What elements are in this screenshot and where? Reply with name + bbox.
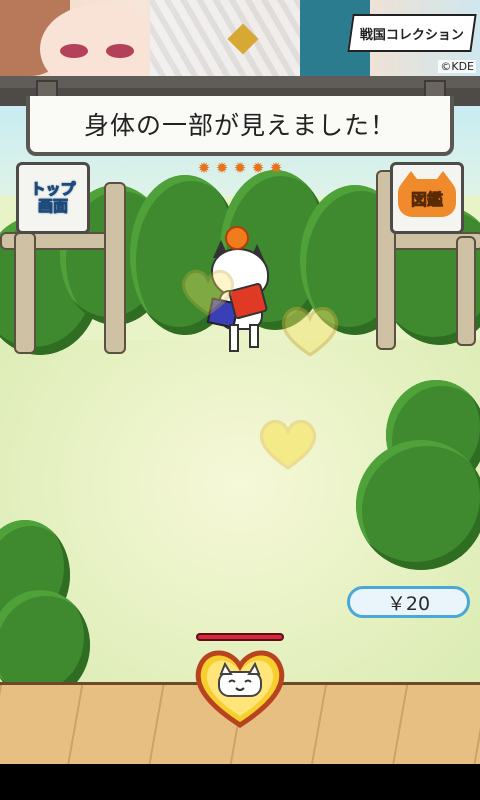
left-bush [0,520,90,700]
message-text: 身体の一部が見えました！ [83,111,396,140]
top-button-label-1: トップ [30,180,76,198]
hp-bar [196,633,284,641]
star-icon: ✹ [197,159,211,177]
banner-logo: 戦国コレクション [347,14,477,52]
heart-icon[interactable] [256,418,320,470]
fence-post [104,182,126,354]
fence-post [456,236,476,346]
character-leg [229,324,239,352]
zukan-label: 図鑑 [410,190,444,210]
roof-beam [0,76,480,88]
game-screen: 戦国コレクション ©KDE 身体の一部が見えました！ トップ 画面 図鑑 ✹ ✹… [0,0,480,800]
character-leg [249,324,259,348]
banner-copyright: ©KDE [438,60,476,73]
star-rating: ✹ ✹ ✹ ✹ ✹ [196,160,286,178]
cat-icon: 図鑑 [398,171,456,217]
bush-blob [356,440,480,570]
heart-icon [195,650,285,728]
star-icon: ✹ [269,159,283,177]
banner-logo-text: 戦国コレクション [359,27,464,43]
star-icon: ✹ [233,159,247,177]
star-icon: ✹ [215,159,229,177]
fence-post [14,232,36,354]
heart-cat-button[interactable] [191,646,289,728]
ad-banner[interactable]: 戦国コレクション ©KDE [0,0,480,76]
message-board: 身体の一部が見えました！ [26,96,454,156]
top-button-label-2: 画面 [37,197,68,215]
flower-icon [225,226,249,250]
top-screen-button[interactable]: トップ 画面 [16,162,90,234]
zukan-button[interactable]: 図鑑 [390,162,464,234]
right-bush [356,380,480,580]
banner-eye [106,44,134,58]
money-display: ￥20 [347,586,470,618]
heart-icon[interactable] [180,268,236,316]
system-nav-bar [0,764,480,800]
star-icon: ✹ [251,159,265,177]
banner-eye [60,44,88,58]
heart-icon[interactable] [274,305,346,357]
money-value: ￥20 [386,592,431,615]
